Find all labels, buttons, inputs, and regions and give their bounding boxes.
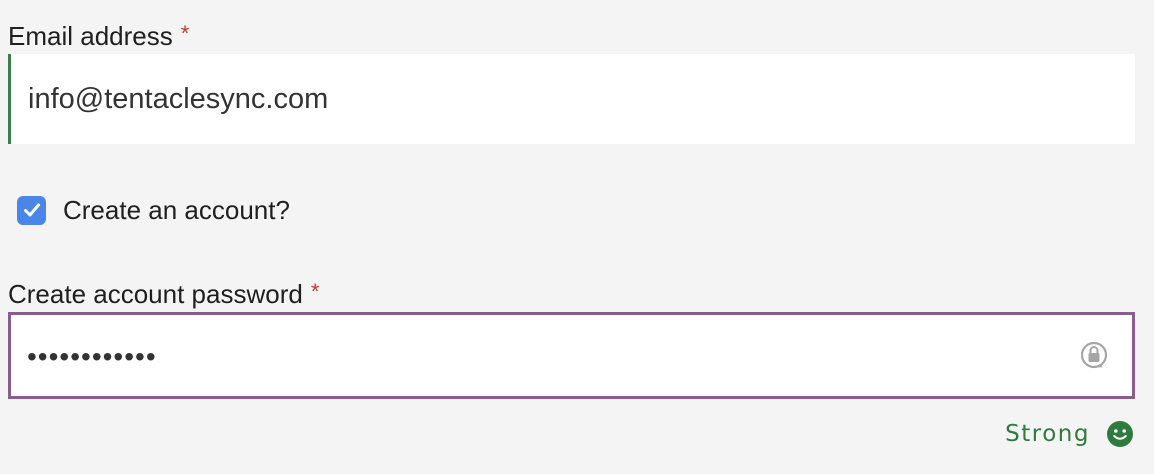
create-account-option[interactable]: Create an account? [17, 194, 290, 226]
password-manager-lock-icon[interactable] [1078, 339, 1110, 371]
password-field[interactable]: •••••••••••• [8, 312, 1135, 399]
password-label: Create account password * [8, 279, 319, 311]
checkmark-icon [23, 203, 40, 217]
create-account-label[interactable]: Create an account? [63, 195, 290, 225]
email-value[interactable]: info@tentaclesync.com [28, 82, 328, 116]
password-value[interactable]: •••••••••••• [27, 341, 157, 373]
password-strength-text: Strong [1005, 421, 1090, 447]
required-asterisk: * [180, 21, 190, 46]
smiley-face-icon [1107, 421, 1133, 447]
email-label: Email address * [8, 21, 189, 53]
password-label-text: Create account password [8, 279, 303, 309]
required-asterisk: * [310, 279, 320, 304]
email-label-text: Email address [8, 21, 173, 51]
email-field[interactable]: info@tentaclesync.com [8, 54, 1135, 144]
password-strength: Strong [1005, 420, 1134, 448]
create-account-checkbox[interactable] [17, 195, 46, 225]
